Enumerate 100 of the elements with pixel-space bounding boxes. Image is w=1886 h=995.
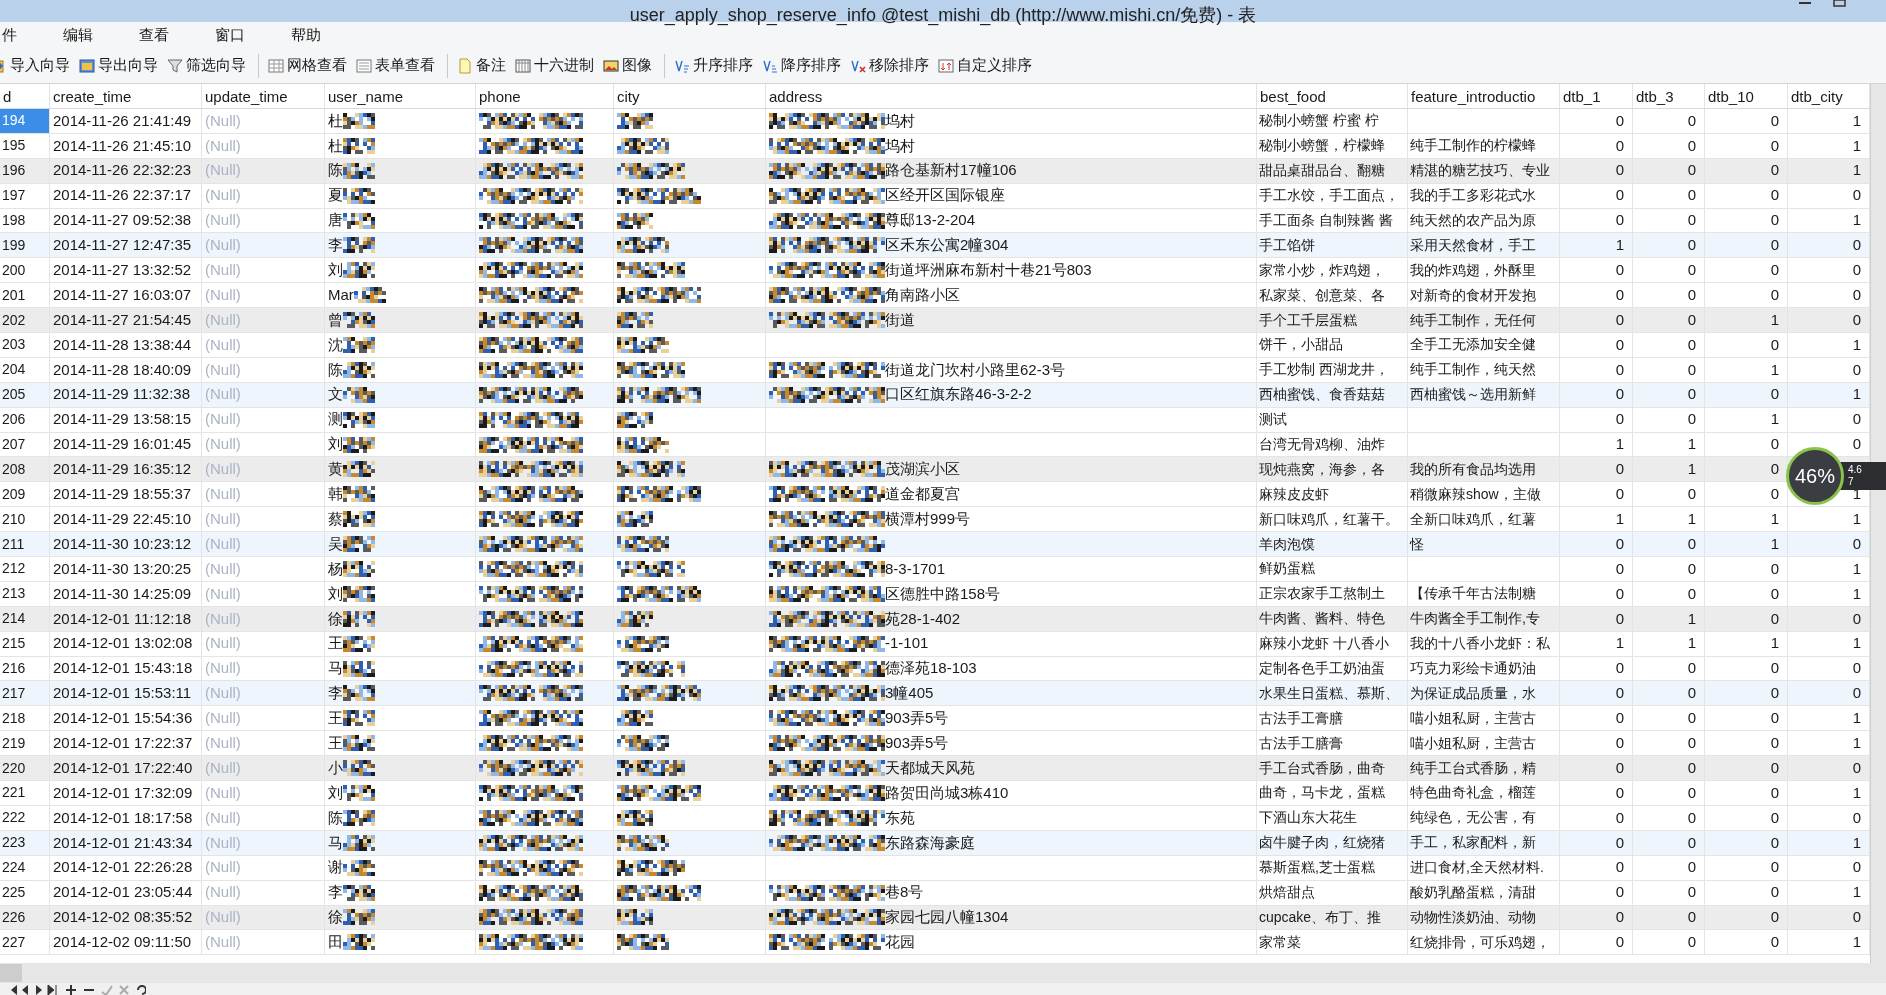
- table-cell-text: 1: [1770, 359, 1779, 380]
- table-cell-text: 0: [1615, 284, 1624, 305]
- toolbar-button[interactable]: 网格查看: [265, 54, 353, 77]
- menu-item[interactable]: 件: [0, 23, 19, 47]
- table-cell: 2014-11-26 22:37:17: [50, 183, 202, 209]
- table-cell-text: 区禾东公寓2幢304: [885, 235, 1009, 256]
- column-header[interactable]: create_time: [50, 84, 202, 108]
- table-cell: 2014-11-28 18:40:09: [50, 357, 202, 383]
- table-cell-text: 测试: [1259, 410, 1287, 430]
- table-cell-text: 天都城天风苑: [885, 757, 975, 778]
- table-cell-text: 0: [1615, 608, 1624, 629]
- toolbar-button[interactable]: 备注: [454, 54, 512, 77]
- table-cell-text: 0: [1687, 309, 1696, 330]
- table-cell-text: 0: [1615, 807, 1624, 828]
- toolbar-button[interactable]: 升序排序: [671, 54, 759, 77]
- table-cell-text: 街道龙门坎村小路里62-3号: [885, 359, 1066, 380]
- table-cell-text: 黄: [328, 459, 343, 480]
- table-cell: 212: [0, 557, 50, 582]
- column-header[interactable]: feature_introductio: [1408, 84, 1560, 108]
- table-cell: 2014-12-02 09:11:50: [50, 930, 202, 956]
- table-cell-text: 0: [1852, 658, 1861, 679]
- table-cell: (Null): [202, 855, 325, 881]
- redacted-mosaic: [617, 411, 653, 428]
- redacted-mosaic: [343, 610, 375, 627]
- redacted-mosaic: [343, 660, 375, 677]
- table-cell-text: 王: [328, 708, 343, 729]
- table-cell-text: 0: [1852, 359, 1861, 380]
- table-cell-text: 1: [1852, 110, 1861, 131]
- table-cell-text: 牛肉酱全手工制作,专: [1410, 609, 1540, 629]
- table-cell-text: 【传承千年古法制糖: [1410, 584, 1536, 604]
- redacted-mosaic: [617, 436, 669, 453]
- table-cell-text: 刘: [328, 583, 343, 604]
- toolbar-button[interactable]: 导出向导: [76, 54, 164, 77]
- toolbar-button[interactable]: 图像: [600, 54, 658, 77]
- table-cell-text: 谢: [328, 857, 343, 878]
- table-cell-text: 李: [328, 882, 343, 903]
- toolbar-button[interactable]: 移除排序: [847, 54, 935, 77]
- redacted-mosaic: [343, 909, 375, 926]
- table-cell-text: 1: [1687, 459, 1696, 480]
- column-header[interactable]: dtb_10: [1705, 84, 1788, 108]
- table-cell-text: 0: [1615, 583, 1624, 604]
- table-cell-text: cupcake、布丁、推: [1259, 907, 1382, 927]
- table-cell-text: 怪: [1410, 534, 1424, 554]
- column-header[interactable]: best_food: [1257, 84, 1408, 108]
- column-header[interactable]: dtb_1: [1560, 84, 1633, 108]
- table-cell-text: 0: [1615, 185, 1624, 206]
- table-cell-text: 街道: [885, 309, 915, 330]
- table-cell-text: 0: [1687, 732, 1696, 753]
- toolbar-button[interactable]: 表单查看: [353, 54, 441, 77]
- toolbar-button[interactable]: 导入向导: [0, 54, 76, 77]
- redacted-mosaic: [343, 934, 375, 951]
- horizontal-scrollbar[interactable]: [0, 963, 1886, 983]
- toolbar-button[interactable]: 降序排序: [759, 54, 847, 77]
- table-cell-text: 0: [1615, 384, 1624, 405]
- column-header[interactable]: address: [766, 84, 1257, 108]
- table-cell: (Null): [202, 830, 325, 856]
- table-cell-text: 陈: [328, 160, 343, 181]
- table-cell-text: 1: [1852, 882, 1861, 903]
- table-cell-text: 0: [1687, 185, 1696, 206]
- table-cell-text: 0: [1770, 658, 1779, 679]
- column-header[interactable]: d: [0, 84, 50, 108]
- table-cell-text: 0: [1687, 135, 1696, 156]
- column-header[interactable]: dtb_3: [1633, 84, 1705, 108]
- menu-item[interactable]: 帮助: [289, 23, 323, 47]
- table-cell-text: 我的十八香小龙虾：私: [1410, 634, 1550, 654]
- toolbar-button[interactable]: 筛选向导: [164, 54, 252, 77]
- download-speed: 7: [1848, 476, 1855, 488]
- table-cell-text: 定制各色手工奶油蛋: [1259, 659, 1385, 679]
- table-cell-text: 1: [1852, 508, 1861, 529]
- table-cell-text: 1: [1687, 608, 1696, 629]
- table-cell-text: 我的炸鸡翅，外酥里: [1410, 260, 1536, 280]
- table-cell: 197: [0, 183, 50, 209]
- table-cell: 222: [0, 805, 50, 831]
- menu-item[interactable]: 编辑: [61, 23, 95, 47]
- table-cell-text: 0: [1770, 932, 1779, 953]
- table-cell-text: 徐: [328, 907, 343, 928]
- table-cell-text: 我的所有食品均选用: [1410, 459, 1536, 479]
- menu-item[interactable]: 查看: [137, 23, 171, 47]
- column-header[interactable]: phone: [476, 84, 614, 108]
- table-cell-text: 0: [1615, 110, 1624, 131]
- table-cell-text: 刘: [328, 434, 343, 455]
- table-cell-text: 0: [1615, 459, 1624, 480]
- table-cell-text: 1: [1852, 160, 1861, 181]
- table-cell-text: 巷8号: [885, 882, 924, 903]
- table-cell-text: 徐: [328, 608, 343, 629]
- vertical-scrollbar[interactable]: [1870, 84, 1886, 963]
- menu-item[interactable]: 窗口: [213, 23, 247, 47]
- toolbar-button[interactable]: 十六进制: [512, 54, 600, 77]
- table-cell-text: 0: [1687, 907, 1696, 928]
- table-cell-text: 区德胜中路158号: [885, 583, 1001, 604]
- column-header[interactable]: update_time: [202, 84, 325, 108]
- column-header[interactable]: city: [614, 84, 766, 108]
- column-header[interactable]: user_name: [325, 84, 476, 108]
- table-cell-text: 1: [1852, 384, 1861, 405]
- table-cell-text: 0: [1852, 434, 1861, 455]
- toolbar-button[interactable]: 自定义排序: [935, 54, 1038, 77]
- window-title: user_apply_shop_reserve_info @test_mishi_db (http://www.mishi.cn/免费) - 表: [629, 6, 1257, 24]
- table-cell-text: 0: [1770, 260, 1779, 281]
- table-cell-text: 903弄5号: [885, 732, 949, 753]
- table-cell-text: 0: [1615, 882, 1624, 903]
